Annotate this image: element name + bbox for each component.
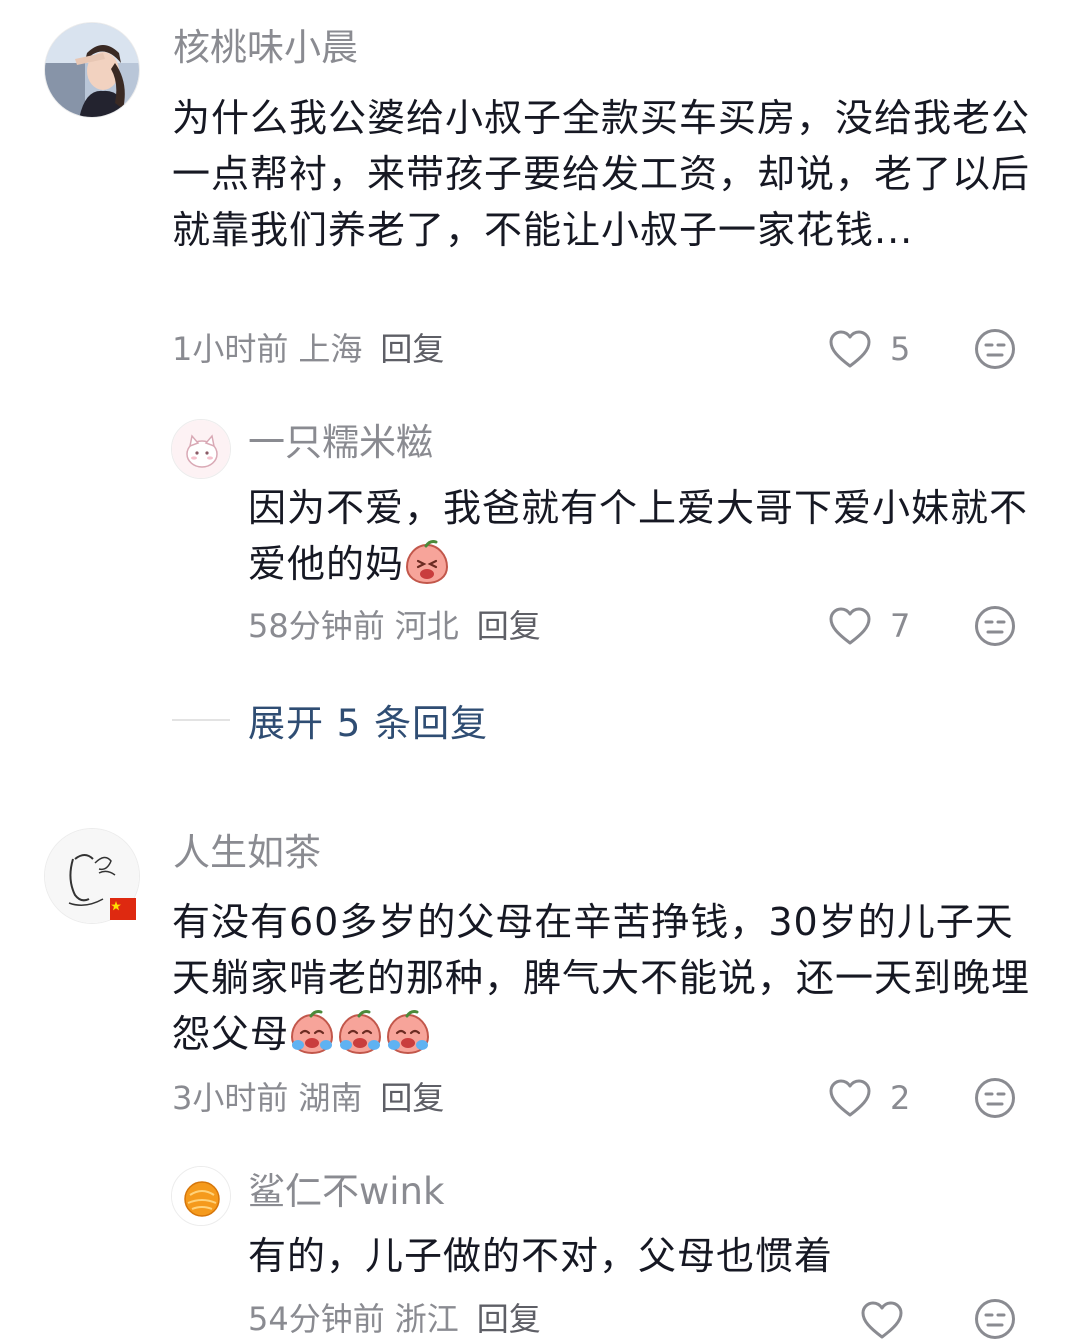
heart-icon [861, 1301, 903, 1339]
reply-location: 浙江 [394, 1300, 459, 1338]
reply-text: 因为不爱，我爸就有个上爱大哥下爱小妹就不爱他的妈 [248, 480, 1028, 592]
meh-face-icon [975, 329, 1015, 369]
dislike-button[interactable] [974, 1298, 1016, 1340]
reply-text-body: 因为不爱，我爸就有个上爱大哥下爱小妹就不爱他的妈 [248, 486, 1029, 586]
crying-peach-emoji-icon [339, 1010, 382, 1055]
comment-meta: 1小时前 上海 回复 [172, 329, 444, 369]
comment-username[interactable]: 核桃味小晨 [173, 26, 358, 70]
comment-time: 1小时前 [172, 330, 289, 368]
reply-time: 54分钟前 [248, 1300, 385, 1338]
heart-icon [829, 607, 871, 645]
expand-replies-button[interactable]: 展开 5 条回复 [172, 695, 488, 745]
like-count: 7 [890, 607, 911, 645]
divider [172, 719, 230, 721]
expand-replies-label: 展开 5 条回复 [248, 702, 489, 745]
like-button[interactable]: 2 [828, 1074, 918, 1122]
reply-button[interactable]: 回复 [477, 607, 541, 645]
like-button[interactable]: 5 [828, 325, 918, 373]
crying-peach-emoji-icon [387, 1010, 430, 1055]
avatar[interactable] [171, 419, 231, 479]
crying-peach-emoji-icon [406, 540, 449, 585]
meh-face-icon [975, 606, 1015, 646]
comment-meta: 3小时前 湖南 回复 [172, 1078, 444, 1118]
avatar[interactable] [171, 1166, 231, 1226]
dislike-button[interactable] [974, 1077, 1016, 1119]
reply-meta: 58分钟前 河北 回复 [248, 606, 541, 646]
meh-face-icon [975, 1299, 1015, 1339]
like-count: 2 [890, 1079, 911, 1117]
crying-peach-emoji-icon [291, 1010, 334, 1055]
comment-username[interactable]: 人生如茶 [173, 831, 321, 875]
like-button[interactable]: 7 [828, 602, 918, 650]
reply-time: 58分钟前 [248, 607, 385, 645]
avatar[interactable] [44, 22, 140, 118]
reply-button[interactable]: 回复 [380, 330, 444, 368]
like-count: 5 [890, 330, 911, 368]
reply-username[interactable]: 一只糯米糍 [248, 421, 433, 465]
reply-location: 河北 [394, 607, 459, 645]
like-button[interactable] [860, 1296, 950, 1344]
comment-location: 上海 [298, 330, 363, 368]
reply-username[interactable]: 鲨仁不wink [248, 1170, 444, 1214]
comment-text: 有没有60多岁的父母在辛苦挣钱，30岁的儿子天天躺家啃老的那种，脾气大不能说，还… [172, 894, 1032, 1062]
heart-icon [829, 1079, 871, 1117]
reply-button[interactable]: 回复 [477, 1300, 541, 1338]
dislike-button[interactable] [974, 328, 1016, 370]
china-flag-icon [110, 898, 136, 920]
dislike-button[interactable] [974, 605, 1016, 647]
heart-icon [829, 330, 871, 368]
comment-location: 湖南 [298, 1079, 363, 1117]
reply-button[interactable]: 回复 [380, 1079, 444, 1117]
reply-text: 有的，儿子做的不对，父母也惯着 [248, 1234, 834, 1278]
comment-time: 3小时前 [172, 1079, 289, 1117]
reply-meta: 54分钟前 浙江 回复 [248, 1299, 541, 1339]
meh-face-icon [975, 1078, 1015, 1118]
comment-text: 为什么我公婆给小叔子全款买车买房，没给我老公一点帮衬，来带孩子要给发工资，却说，… [172, 96, 1031, 252]
